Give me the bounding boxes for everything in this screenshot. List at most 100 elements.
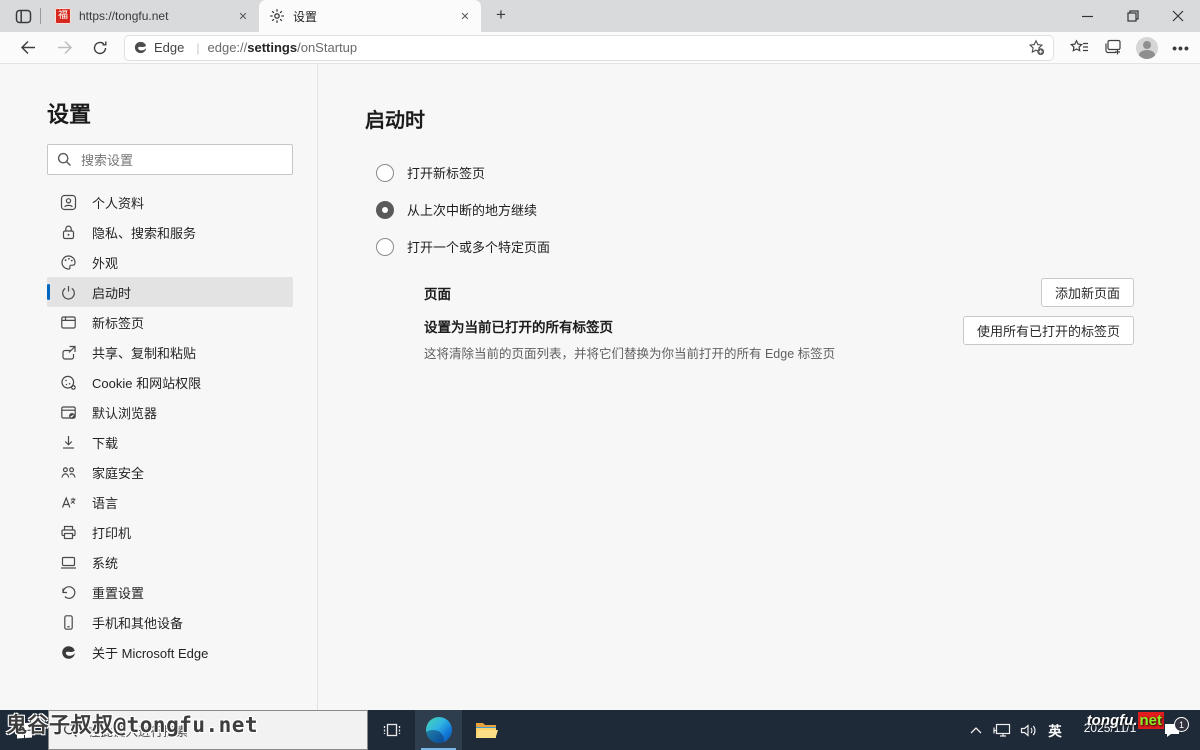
downloads-icon <box>60 434 77 451</box>
site-label: Edge <box>154 40 184 55</box>
cookies-icon <box>60 374 77 391</box>
browser-toolbar: Edge | edge://settings/onStartup ••• <box>0 32 1200 64</box>
restore-button[interactable] <box>1110 0 1155 32</box>
edge-icon <box>426 717 452 743</box>
startup-icon <box>60 284 77 301</box>
languages-icon <box>60 494 77 511</box>
sidebar-item-family[interactable]: 家庭安全 <box>47 457 293 487</box>
sidebar-item-privacy[interactable]: 隐私、搜索和服务 <box>47 217 293 247</box>
tab-title: 设置 <box>293 8 457 25</box>
sidebar-item-printers[interactable]: 打印机 <box>47 517 293 547</box>
tray-chevron-icon[interactable] <box>963 710 989 750</box>
family-icon <box>60 464 77 481</box>
network-icon[interactable] <box>989 710 1015 750</box>
add-favorite-icon[interactable] <box>1028 39 1045 56</box>
file-explorer-icon <box>474 720 498 740</box>
profile-avatar[interactable] <box>1132 35 1162 61</box>
pages-label: 页面 <box>424 283 451 303</box>
refresh-button[interactable] <box>86 35 114 61</box>
sidebar-item-startup[interactable]: 启动时 <box>47 277 293 307</box>
notification-badge: 1 <box>1174 717 1189 732</box>
sidebar-item-phone[interactable]: 手机和其他设备 <box>47 607 293 637</box>
tongfu-favicon-icon: 福 <box>55 8 71 24</box>
startup-radio-option[interactable]: 从上次中断的地方继续 <box>365 191 1200 228</box>
startup-radio-option[interactable]: 打开新标签页 <box>365 154 1200 191</box>
sidebar-item-default-browser[interactable]: 默认浏览器 <box>47 397 293 427</box>
section-heading: 启动时 <box>365 104 1200 133</box>
use-open-tabs-button[interactable]: 使用所有已打开的标签页 <box>963 316 1134 345</box>
edge-logo-icon <box>133 40 148 55</box>
sidebar-item-languages[interactable]: 语言 <box>47 487 293 517</box>
tongfu-logo: tongfu.net <box>1087 712 1164 729</box>
address-bar[interactable]: Edge | edge://settings/onStartup <box>124 35 1054 61</box>
radio-unselected-icon[interactable] <box>376 164 394 182</box>
sidebar-item-label: 系统 <box>92 553 118 572</box>
system-icon <box>60 554 77 571</box>
sidebar-item-cookies[interactable]: Cookie 和网站权限 <box>47 367 293 397</box>
startup-radio-option[interactable]: 打开一个或多个特定页面 <box>365 228 1200 265</box>
about-icon <box>60 644 77 661</box>
reset-icon <box>60 584 77 601</box>
sidebar-item-label: 手机和其他设备 <box>92 613 183 632</box>
search-placeholder: 搜索设置 <box>81 150 133 169</box>
newtab-icon <box>60 314 77 331</box>
sidebar-item-newtab[interactable]: 新标签页 <box>47 307 293 337</box>
sidebar-item-appearance[interactable]: 外观 <box>47 247 293 277</box>
volume-icon[interactable] <box>1015 710 1041 750</box>
sidebar-item-profile[interactable]: 个人资料 <box>47 187 293 217</box>
tab-title: https://tongfu.net <box>79 9 235 23</box>
settings-sidebar: 设置 搜索设置 个人资料隐私、搜索和服务外观启动时新标签页共享、复制和粘贴Coo… <box>0 64 318 710</box>
sidebar-item-label: 语言 <box>92 493 118 512</box>
tab-divider <box>40 8 41 24</box>
favorites-icon[interactable] <box>1064 35 1094 61</box>
sidebar-item-label: 关于 Microsoft Edge <box>92 643 208 662</box>
radio-unselected-icon[interactable] <box>376 238 394 256</box>
tab-settings[interactable]: 设置 ✕ <box>259 0 481 32</box>
privacy-icon <box>60 224 77 241</box>
search-input[interactable]: 搜索设置 <box>47 144 293 175</box>
settings-nav: 个人资料隐私、搜索和服务外观启动时新标签页共享、复制和粘贴Cookie 和网站权… <box>47 187 293 667</box>
forward-button[interactable] <box>50 35 78 61</box>
task-view-icon <box>382 721 402 739</box>
profile-icon <box>60 194 77 211</box>
task-view-button[interactable] <box>368 710 415 750</box>
sidebar-item-system[interactable]: 系统 <box>47 547 293 577</box>
minimize-button[interactable] <box>1065 0 1110 32</box>
add-new-page-button[interactable]: 添加新页面 <box>1041 278 1134 307</box>
taskbar-edge-button[interactable] <box>415 710 462 750</box>
start-button[interactable] <box>0 710 48 750</box>
taskbar-search-placeholder: 在此键入进行搜索 <box>88 721 188 740</box>
url-text: edge://settings/onStartup <box>208 40 358 55</box>
sidebar-item-downloads[interactable]: 下载 <box>47 427 293 457</box>
appearance-icon <box>60 254 77 271</box>
sidebar-item-label: 打印机 <box>92 523 131 542</box>
tab-preview-icon[interactable] <box>8 0 38 32</box>
radio-label: 打开新标签页 <box>407 163 485 182</box>
taskbar-explorer-button[interactable] <box>462 710 509 750</box>
settings-menu-icon[interactable]: ••• <box>1166 35 1196 61</box>
tab-close-icon[interactable]: ✕ <box>235 8 251 24</box>
close-button[interactable] <box>1155 0 1200 32</box>
input-method-indicator[interactable]: 英 <box>1041 720 1069 740</box>
radio-selected-icon[interactable] <box>376 201 394 219</box>
new-tab-button[interactable]: + <box>487 1 515 29</box>
system-tray: 英 2025/11/1 1 <box>963 710 1200 750</box>
sidebar-item-about[interactable]: 关于 Microsoft Edge <box>47 637 293 667</box>
search-icon <box>63 723 78 738</box>
sidebar-item-label: 隐私、搜索和服务 <box>92 223 196 242</box>
tab-tongfu[interactable]: 福 https://tongfu.net ✕ <box>45 0 259 32</box>
tab-close-icon[interactable]: ✕ <box>457 8 473 24</box>
sidebar-item-share[interactable]: 共享、复制和粘贴 <box>47 337 293 367</box>
sidebar-item-label: 默认浏览器 <box>92 403 157 422</box>
sidebar-item-reset[interactable]: 重置设置 <box>47 577 293 607</box>
taskbar-search-input[interactable]: 在此键入进行搜索 <box>48 710 368 750</box>
share-icon <box>60 344 77 361</box>
collections-icon[interactable] <box>1098 35 1128 61</box>
sidebar-item-label: 外观 <box>92 253 118 272</box>
gear-icon <box>269 8 285 24</box>
back-button[interactable] <box>14 35 42 61</box>
page-title: 设置 <box>47 97 317 129</box>
avatar <box>1136 37 1158 59</box>
radio-label: 打开一个或多个特定页面 <box>407 237 550 256</box>
sidebar-item-label: 启动时 <box>92 283 131 302</box>
